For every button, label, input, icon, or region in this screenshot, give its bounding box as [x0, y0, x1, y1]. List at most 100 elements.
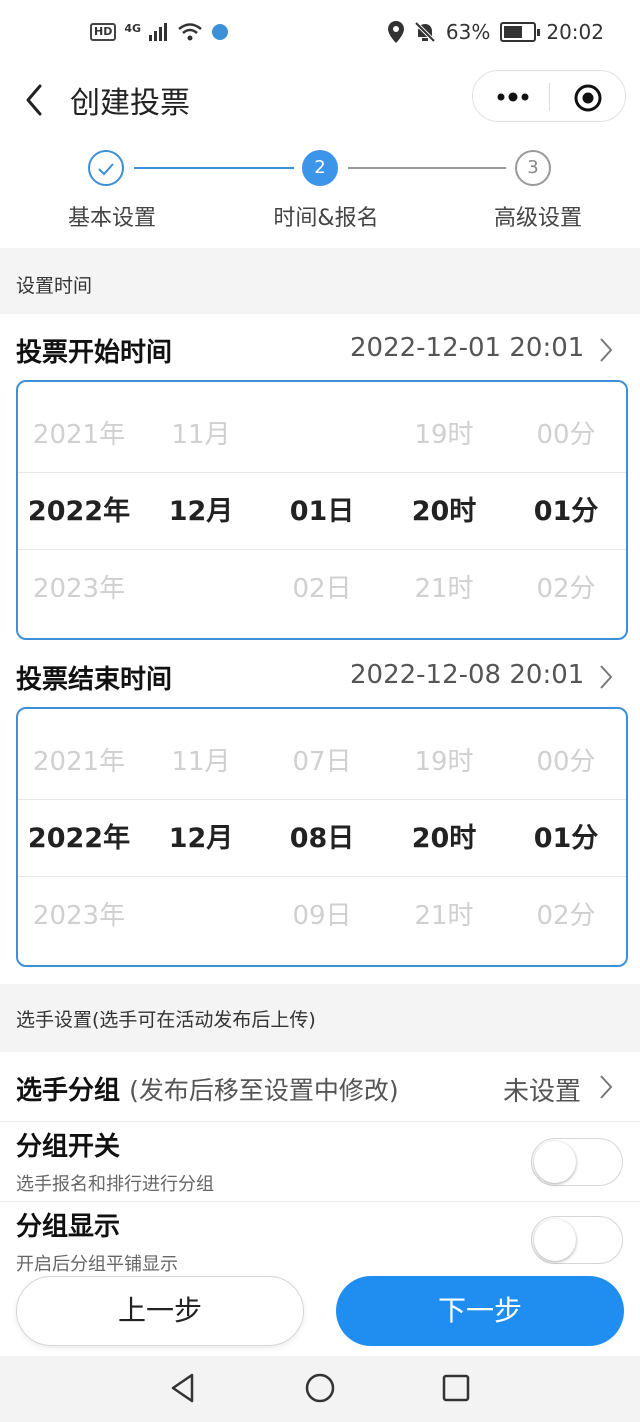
location-icon	[387, 21, 404, 43]
picker-row-below: 2023年 02日 21时 02分	[18, 550, 626, 628]
picker-hour[interactable]: 20时	[383, 800, 505, 878]
picker-day[interactable]: 08日	[261, 800, 383, 878]
back-arrow-icon[interactable]	[20, 80, 52, 120]
check-icon	[98, 163, 114, 176]
picker-minute[interactable]: 00分	[505, 723, 626, 801]
chevron-right-icon[interactable]	[598, 663, 614, 691]
picker-row-below: 2023年 09日 21时 02分	[18, 877, 626, 955]
step-3-number: 3	[527, 157, 539, 178]
group-display-row: 分组显示 开启后分组平铺显示	[0, 1202, 640, 1272]
picker-row-above: 2021年 11月 19时 00分	[18, 396, 626, 474]
picker-minute[interactable]: 02分	[505, 877, 626, 955]
more-dots-icon[interactable]	[493, 85, 533, 109]
step-indicator: 2 3 基本设置 时间&报名 高级设置	[0, 140, 640, 246]
section-header-time: 设置时间	[0, 248, 640, 314]
chevron-right-icon	[600, 1075, 613, 1099]
picker-month[interactable]	[140, 877, 262, 955]
start-time-picker[interactable]: 2021年 11月 19时 00分 2022年 12月 01日 20时 01分 …	[16, 380, 628, 640]
prev-step-button[interactable]: 上一步	[16, 1276, 304, 1346]
picker-hour[interactable]: 19时	[383, 723, 505, 801]
picker-month[interactable]: 12月	[140, 800, 262, 878]
player-group-hint: (发布后移至设置中修改)	[129, 1076, 399, 1105]
picker-minute[interactable]: 01分	[505, 800, 626, 878]
picker-minute[interactable]: 01分	[505, 473, 626, 551]
mute-bell-icon	[414, 21, 436, 43]
wifi-icon	[178, 23, 202, 41]
app-notification-icon	[212, 24, 229, 40]
hd-indicator: HD	[90, 23, 117, 41]
picker-day[interactable]: 09日	[261, 877, 383, 955]
group-display-label: 分组显示	[16, 1212, 121, 1242]
end-time-label: 投票结束时间	[16, 665, 173, 695]
picker-hour[interactable]: 21时	[383, 877, 505, 955]
group-switch-sub: 选手报名和排行进行分组	[16, 1174, 214, 1195]
close-miniprogram-icon[interactable]	[573, 83, 603, 113]
group-display-toggle[interactable]	[531, 1216, 623, 1264]
clock: 20:02	[546, 20, 604, 44]
picker-month[interactable]	[140, 550, 262, 628]
picker-day[interactable]: 01日	[261, 473, 383, 551]
status-bar: HD 4G 63% 20:02	[0, 0, 640, 70]
picker-hour[interactable]: 21时	[383, 550, 505, 628]
picker-month[interactable]: 11月	[140, 723, 262, 801]
picker-row-selected: 2022年 12月 08日 20时 01分	[18, 799, 626, 877]
player-group-row[interactable]: 选手分组 (发布后移至设置中修改) 未设置	[0, 1052, 640, 1122]
player-group-value: 未设置	[503, 1077, 582, 1107]
picker-year[interactable]: 2021年	[18, 396, 140, 474]
picker-hour[interactable]: 19时	[383, 396, 505, 474]
status-left: HD 4G	[90, 22, 229, 42]
step-1-label: 基本设置	[67, 206, 156, 231]
group-switch-row: 分组开关 选手报名和排行进行分组	[0, 1122, 640, 1202]
capsule-divider	[549, 83, 550, 111]
page-title: 创建投票	[70, 86, 190, 121]
battery-level	[504, 26, 522, 38]
picker-hour[interactable]: 20时	[383, 473, 505, 551]
battery-icon	[500, 22, 541, 42]
picker-year[interactable]: 2022年	[18, 800, 140, 878]
recents-square-icon[interactable]	[441, 1373, 471, 1403]
step-2-label: 时间&报名	[273, 206, 379, 231]
end-time-picker[interactable]: 2021年 11月 07日 19时 00分 2022年 12月 08日 20时 …	[16, 707, 628, 967]
section-header-players: 选手设置(选手可在活动发布后上传)	[0, 984, 640, 1052]
chevron-right-icon[interactable]	[598, 336, 614, 364]
picker-minute[interactable]: 00分	[505, 396, 626, 474]
picker-year[interactable]: 2023年	[18, 877, 140, 955]
step-line-1	[134, 167, 294, 169]
network-type: 4G	[124, 21, 142, 35]
picker-day[interactable]: 07日	[261, 723, 383, 801]
end-time-value[interactable]: 2022-12-08 20:01	[350, 660, 584, 690]
picker-day[interactable]	[261, 396, 383, 474]
picker-year[interactable]: 2023年	[18, 550, 140, 628]
back-triangle-icon[interactable]	[168, 1372, 198, 1404]
picker-row-above: 2021年 11月 07日 19时 00分	[18, 723, 626, 801]
next-step-button[interactable]: 下一步	[336, 1276, 624, 1346]
picker-month[interactable]: 12月	[140, 473, 262, 551]
start-time-value[interactable]: 2022-12-01 20:01	[350, 333, 584, 363]
signal-icon	[149, 23, 168, 41]
system-nav-bar	[0, 1356, 640, 1422]
step-3-label: 高级设置	[493, 206, 582, 231]
picker-minute[interactable]: 02分	[505, 550, 626, 628]
miniprogram-capsule	[472, 70, 626, 122]
picker-year[interactable]: 2021年	[18, 723, 140, 801]
step-line-2	[348, 167, 506, 169]
group-switch-label: 分组开关	[16, 1132, 121, 1162]
start-time-label: 投票开始时间	[16, 338, 173, 368]
step-3-pending: 3	[515, 150, 551, 186]
toggle-knob	[534, 1141, 576, 1183]
toggle-knob	[534, 1219, 576, 1261]
step-1-done	[88, 150, 124, 186]
player-group-label: 选手分组 (发布后移至设置中修改)	[16, 1070, 399, 1107]
group-display-sub: 开启后分组平铺显示	[16, 1254, 178, 1272]
picker-row-selected: 2022年 12月 01日 20时 01分	[18, 472, 626, 550]
group-switch-toggle[interactable]	[531, 1138, 623, 1186]
player-group-title: 选手分组	[16, 1076, 121, 1106]
battery-percent: 63%	[445, 20, 491, 44]
picker-month[interactable]: 11月	[140, 396, 262, 474]
picker-day[interactable]: 02日	[261, 550, 383, 628]
home-circle-icon[interactable]	[304, 1372, 336, 1404]
step-2-number: 2	[314, 157, 326, 178]
step-2-active: 2	[302, 150, 338, 186]
picker-year[interactable]: 2022年	[18, 473, 140, 551]
status-right: 63% 20:02	[387, 20, 604, 44]
